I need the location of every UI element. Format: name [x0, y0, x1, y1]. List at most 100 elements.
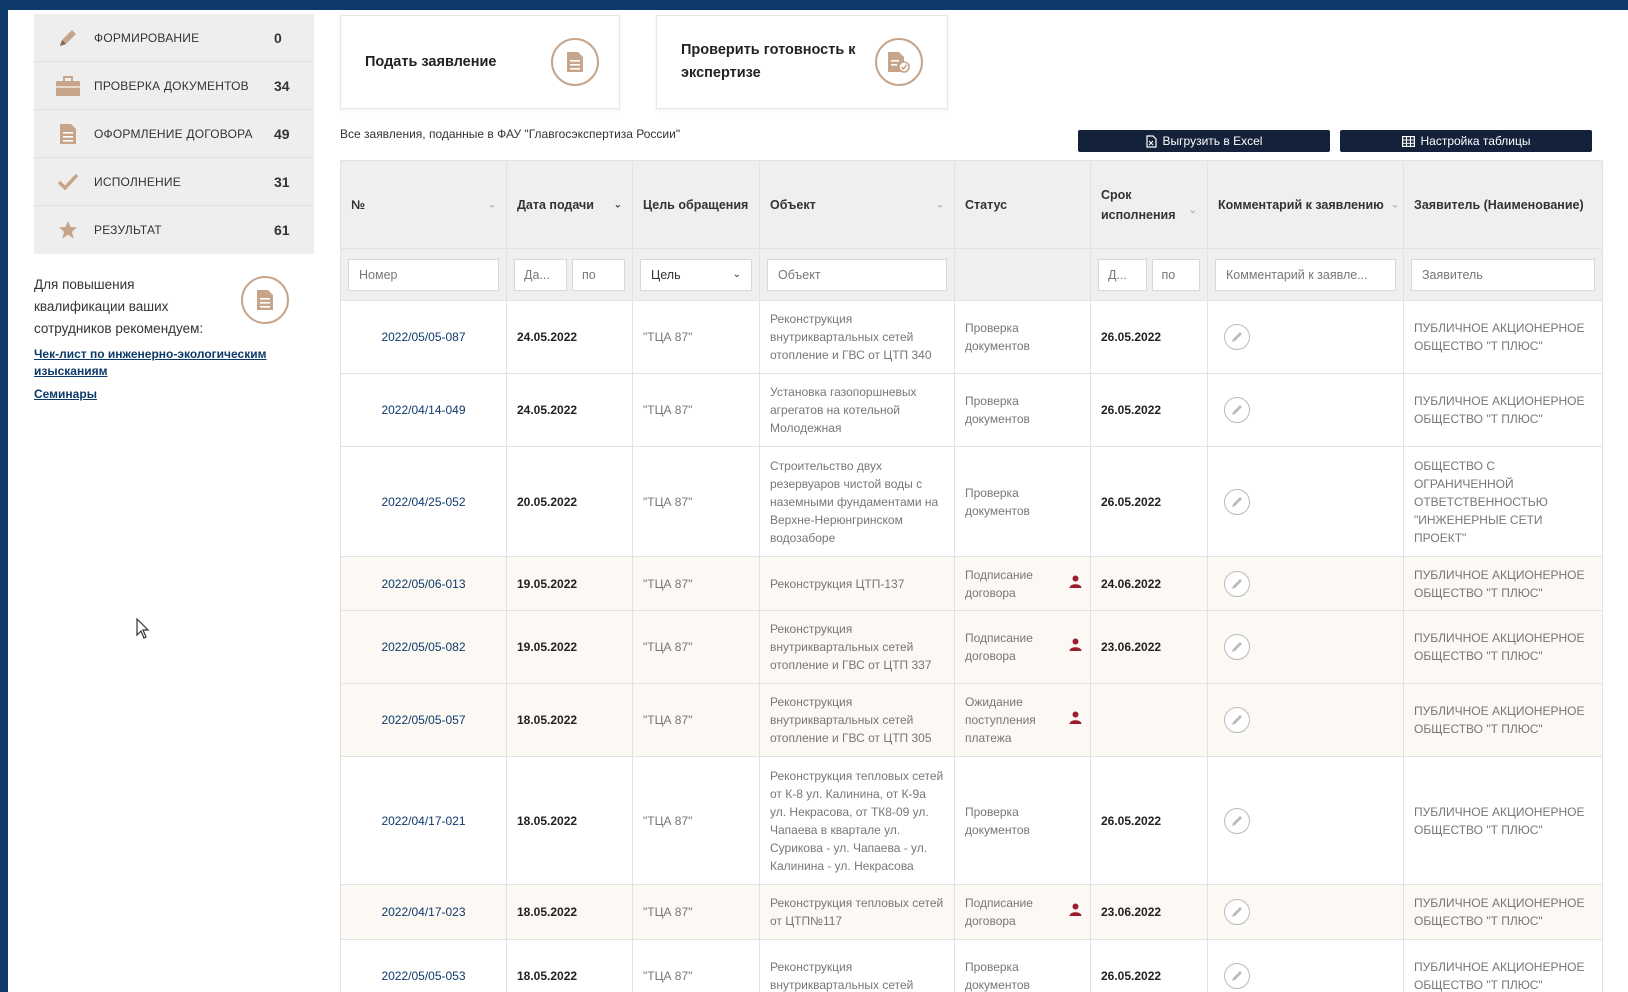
- filter-cell: Комментарий к заявле...: [1207, 248, 1404, 301]
- application-number-link[interactable]: 2022/04/17-021: [340, 756, 507, 885]
- table-row[interactable]: 2022/04/25-052 20.05.2022 "ТЦА 87" Строи…: [340, 446, 1603, 557]
- table-row[interactable]: 2022/05/05-057 18.05.2022 "ТЦА 87" Рекон…: [340, 683, 1603, 757]
- stage-formation[interactable]: ФОРМИРОВАНИЕ 0: [34, 14, 314, 62]
- column-header-comment[interactable]: Комментарий к заявлению ⌄: [1207, 160, 1404, 249]
- purpose-filter-select[interactable]: Цель ⌄: [640, 258, 752, 291]
- object: Реконструкция внутриквартальных сетей от…: [759, 683, 955, 757]
- date-to-filter-input[interactable]: по: [572, 258, 625, 291]
- stage-result[interactable]: РЕЗУЛЬТАТ 61: [34, 206, 314, 254]
- list-subtitle: Все заявления, поданные в ФАУ "Главгосэк…: [340, 127, 681, 141]
- table-row[interactable]: 2022/05/05-082 19.05.2022 "ТЦА 87" Рекон…: [340, 610, 1603, 684]
- edit-comment-button[interactable]: [1224, 807, 1250, 834]
- application-number-link[interactable]: 2022/05/06-013: [340, 556, 507, 611]
- edit-comment-button[interactable]: [1224, 707, 1250, 733]
- deadline: 26.05.2022: [1090, 300, 1208, 374]
- applicant-filter-input[interactable]: Заявитель: [1411, 258, 1595, 291]
- object-filter-input[interactable]: Объект: [767, 258, 947, 291]
- status: Ожидание поступления платежа: [954, 683, 1091, 757]
- deadline: 23.06.2022: [1090, 610, 1208, 684]
- document-icon: [551, 38, 599, 86]
- filter-cell: Объект: [759, 248, 955, 301]
- table-row[interactable]: 2022/04/17-023 18.05.2022 "ТЦА 87" Рекон…: [340, 884, 1603, 940]
- stage-count: 0: [274, 29, 282, 46]
- edit-comment-button[interactable]: [1224, 899, 1250, 925]
- application-number-link[interactable]: 2022/05/05-057: [340, 683, 507, 757]
- table-row[interactable]: 2022/04/17-021 18.05.2022 "ТЦА 87" Рекон…: [340, 756, 1603, 885]
- column-header-number[interactable]: № ⌄: [340, 160, 507, 249]
- table-row[interactable]: 2022/05/05-087 24.05.2022 "ТЦА 87" Рекон…: [340, 300, 1603, 374]
- application-number-link[interactable]: 2022/04/14-049: [340, 373, 507, 447]
- deadline-from-filter-input[interactable]: Д...: [1098, 258, 1147, 291]
- checklist-link[interactable]: Чек-лист по инженерно-экологическим изыс…: [34, 346, 274, 380]
- column-header-deadline[interactable]: Срок исполнения ⌄: [1090, 160, 1208, 249]
- column-header-purpose[interactable]: Цель обращения: [632, 160, 760, 249]
- edit-comment-button[interactable]: [1224, 634, 1250, 660]
- seminars-link[interactable]: Семинары: [34, 386, 274, 403]
- number-filter-input[interactable]: Номер: [348, 258, 499, 291]
- status-text: Проверка документов: [965, 960, 1030, 992]
- edit-comment-button[interactable]: [1224, 963, 1250, 989]
- person-icon[interactable]: [1069, 903, 1082, 921]
- comment-cell: [1207, 683, 1404, 757]
- submit-date: 18.05.2022: [506, 756, 633, 885]
- status: Подписание договора: [954, 884, 1091, 940]
- object: Строительство двух резервуаров чистой во…: [759, 446, 955, 557]
- table-row[interactable]: 2022/05/06-013 19.05.2022 "ТЦА 87" Рекон…: [340, 556, 1603, 611]
- applicant: ПУБЛИЧНОЕ АКЦИОНЕРНОЕ ОБЩЕСТВО "Т ПЛЮС": [1403, 373, 1603, 447]
- application-number-link[interactable]: 2022/04/17-023: [340, 884, 507, 940]
- applicant: ПУБЛИЧНОЕ АКЦИОНЕРНОЕ ОБЩЕСТВО "Т ПЛЮС": [1403, 683, 1603, 757]
- person-icon[interactable]: [1069, 638, 1082, 656]
- sort-chevron-icon: ⌄: [1390, 199, 1399, 210]
- stage-label: ОФОРМЛЕНИЕ ДОГОВОРА: [94, 126, 253, 141]
- edit-comment-button[interactable]: [1224, 570, 1250, 597]
- purpose: "ТЦА 87": [632, 373, 760, 447]
- status: Проверка документов: [954, 446, 1091, 557]
- app-frame: ФОРМИРОВАНИЕ 0 ПРОВЕРКА ДОКУМЕНТОВ 34 ОФ…: [8, 10, 1628, 992]
- submit-date: 18.05.2022: [506, 939, 633, 992]
- status-text: Подписание договора: [965, 631, 1033, 663]
- date-from-filter-input[interactable]: Да...: [514, 258, 567, 291]
- check-readiness-card[interactable]: Проверить готовность к экспертизе: [656, 15, 948, 109]
- pencil-icon: [1232, 496, 1242, 507]
- column-header-object[interactable]: Объект ⌄: [759, 160, 955, 249]
- column-header-date[interactable]: Дата подачи ⌄: [506, 160, 633, 249]
- header-label: Срок исполнения: [1101, 187, 1176, 222]
- application-number-link[interactable]: 2022/04/25-052: [340, 446, 507, 557]
- table-row[interactable]: 2022/04/14-049 24.05.2022 "ТЦА 87" Устан…: [340, 373, 1603, 447]
- stage-count: 31: [274, 173, 290, 190]
- column-header-status[interactable]: Статус: [954, 160, 1091, 249]
- submit-application-card[interactable]: Подать заявление: [340, 15, 620, 109]
- application-number-link[interactable]: 2022/05/05-053: [340, 939, 507, 992]
- applicant: ПУБЛИЧНОЕ АКЦИОНЕРНОЕ ОБЩЕСТВО "Т ПЛЮС": [1403, 756, 1603, 885]
- status-text: Проверка документов: [965, 321, 1030, 353]
- stage-execution[interactable]: ИСПОЛНЕНИЕ 31: [34, 158, 314, 206]
- edit-comment-button[interactable]: [1224, 488, 1250, 515]
- export-excel-button[interactable]: Выгрузить в Excel: [1078, 130, 1330, 152]
- person-icon[interactable]: [1069, 575, 1082, 593]
- deadline-to-filter-input[interactable]: по: [1151, 258, 1200, 291]
- applicant: ПУБЛИЧНОЕ АКЦИОНЕРНОЕ ОБЩЕСТВО "Т ПЛЮС": [1403, 884, 1603, 940]
- column-header-applicant[interactable]: Заявитель (Наименование): [1403, 160, 1603, 249]
- applicant: ПУБЛИЧНОЕ АКЦИОНЕРНОЕ ОБЩЕСТВО "Т ПЛЮС": [1403, 939, 1603, 992]
- stage-document-check[interactable]: ПРОВЕРКА ДОКУМЕНТОВ 34: [34, 62, 314, 110]
- status: Подписание договора: [954, 556, 1091, 611]
- purpose: "ТЦА 87": [632, 939, 760, 992]
- object: Реконструкция тепловых сетей от К-8 ул. …: [759, 756, 955, 885]
- table-settings-button[interactable]: Настройка таблицы: [1340, 130, 1592, 152]
- pencil-icon: [1232, 405, 1242, 415]
- deadline: [1090, 683, 1208, 757]
- table-row[interactable]: 2022/05/05-053 18.05.2022 "ТЦА 87" Рекон…: [340, 939, 1603, 992]
- document-icon: [241, 276, 289, 324]
- recommendation-block: Для повышения квалификации ваших сотрудн…: [34, 274, 314, 403]
- deadline: 26.05.2022: [1090, 373, 1208, 447]
- person-icon[interactable]: [1069, 711, 1082, 729]
- table-settings-label: Настройка таблицы: [1420, 134, 1531, 148]
- comment-filter-input[interactable]: Комментарий к заявле...: [1215, 258, 1396, 291]
- stage-count: 61: [274, 222, 290, 238]
- stage-contract[interactable]: ОФОРМЛЕНИЕ ДОГОВОРА 49: [34, 110, 314, 158]
- submit-date: 24.05.2022: [506, 373, 633, 447]
- application-number-link[interactable]: 2022/05/05-082: [340, 610, 507, 684]
- edit-comment-button[interactable]: [1224, 324, 1250, 350]
- application-number-link[interactable]: 2022/05/05-087: [340, 300, 507, 374]
- edit-comment-button[interactable]: [1224, 397, 1250, 423]
